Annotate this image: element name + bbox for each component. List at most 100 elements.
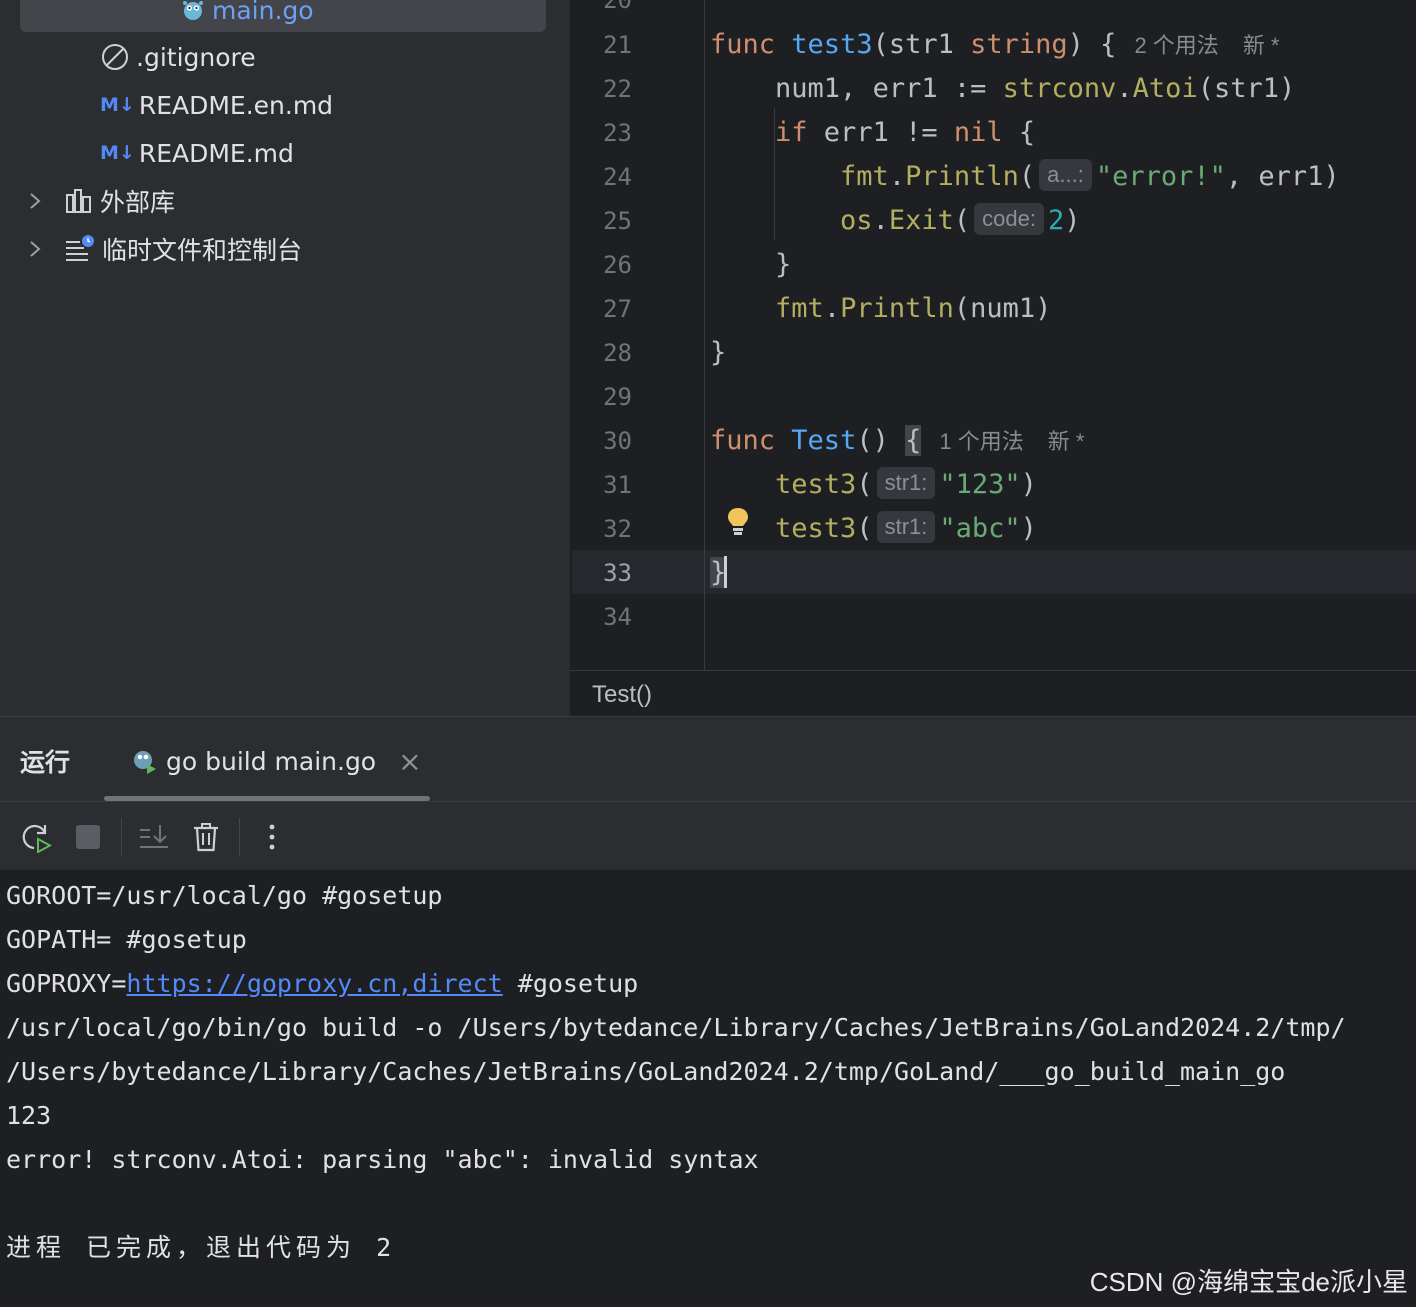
code-line-26[interactable]: } bbox=[710, 243, 791, 287]
author-hint[interactable]: 新 * bbox=[1048, 429, 1085, 454]
code-token: test3 bbox=[775, 513, 857, 544]
scroll-to-end-icon[interactable] bbox=[136, 819, 172, 855]
code-token: "123" bbox=[939, 469, 1021, 500]
code-token: (str1) bbox=[1197, 73, 1296, 104]
code-line-23[interactable]: if err1 != nil { bbox=[710, 111, 1035, 155]
console-text: #gosetup bbox=[502, 969, 639, 998]
gopher-run-icon bbox=[130, 747, 158, 775]
code-line-28[interactable]: } bbox=[710, 331, 726, 375]
code-editor[interactable]: 20 21 22 23 24 25 26 27 28 29 30 31 32 3… bbox=[570, 0, 1416, 716]
run-tab-label: go build main.go bbox=[166, 746, 377, 776]
code-token: Exit bbox=[888, 205, 954, 236]
run-toolbar bbox=[0, 802, 1416, 870]
code-line-31[interactable]: test3(str1: "123") bbox=[710, 463, 1037, 507]
run-panel-title: 运行 bbox=[20, 748, 71, 777]
run-tool-window: 运行 go build main.go × GOROOT=/usr/local/… bbox=[0, 716, 1416, 1307]
console-line: /Users/bytedance/Library/Caches/JetBrain… bbox=[6, 1057, 1286, 1086]
toolbar-separator bbox=[121, 818, 122, 856]
clear-icon[interactable] bbox=[188, 819, 224, 855]
chevron-right-icon[interactable] bbox=[26, 181, 44, 221]
code-token: ) bbox=[1020, 469, 1037, 500]
code-token: test3 bbox=[775, 469, 857, 500]
code-token: 2 bbox=[1047, 205, 1065, 236]
code-token: ( bbox=[856, 469, 873, 500]
code-token: ) { bbox=[1067, 29, 1117, 60]
line-number: 26 bbox=[603, 251, 632, 279]
rerun-icon[interactable] bbox=[18, 819, 54, 855]
code-line-30[interactable]: func Test() {1 个用法新 * bbox=[710, 419, 1084, 463]
code-token: } bbox=[710, 337, 727, 368]
code-line-33[interactable]: } bbox=[710, 551, 728, 595]
gopher-icon bbox=[180, 0, 206, 23]
line-number: 23 bbox=[603, 119, 632, 147]
code-token: , err1) bbox=[1225, 161, 1340, 192]
parameter-hint: code: bbox=[974, 202, 1044, 235]
parameter-hint: str1: bbox=[876, 510, 936, 543]
close-icon[interactable]: × bbox=[398, 745, 421, 778]
code-token: ) bbox=[1020, 513, 1037, 544]
code-token: nil bbox=[953, 117, 1003, 148]
console-line: GOROOT=/usr/local/go #gosetup bbox=[6, 881, 443, 910]
stop-icon[interactable] bbox=[70, 819, 106, 855]
library-icon bbox=[64, 187, 94, 215]
console-line: GOPROXY=https://goproxy.cn,direct #goset… bbox=[6, 962, 638, 1006]
parameter-hint: str1: bbox=[876, 466, 936, 499]
lightbulb-icon[interactable] bbox=[725, 506, 751, 542]
matched-brace: { bbox=[905, 425, 922, 456]
code-line-27[interactable]: fmt.Println(num1) bbox=[710, 287, 1051, 331]
code-token: "error!" bbox=[1095, 161, 1226, 192]
code-line-25[interactable]: os.Exit(code: 2) bbox=[710, 199, 1080, 243]
code-token: func bbox=[710, 29, 776, 60]
code-line-22[interactable]: num1, err1 := strconv.Atoi(str1) bbox=[710, 67, 1295, 111]
code-token: err1 != bbox=[807, 117, 954, 148]
line-number: 34 bbox=[603, 603, 632, 631]
usages-hint[interactable]: 2 个用法 bbox=[1134, 33, 1218, 58]
tree-item-external-libraries[interactable]: 外部库 bbox=[64, 181, 175, 221]
run-config-tab[interactable]: go build main.go × bbox=[130, 741, 422, 781]
code-token: (str1 bbox=[872, 29, 971, 60]
run-header: 运行 go build main.go × bbox=[0, 717, 1416, 802]
toolbar-separator bbox=[239, 818, 240, 856]
breadcrumb-bar: Test() bbox=[570, 670, 1416, 716]
tree-item-label: 临时文件和控制台 bbox=[102, 236, 303, 265]
code-token: } bbox=[775, 249, 792, 280]
tree-item-gitignore[interactable]: .gitignore bbox=[100, 37, 256, 77]
code-token: "abc" bbox=[939, 513, 1021, 544]
code-line-21[interactable]: func test3(str1 string) {2 个用法新 * bbox=[710, 23, 1280, 67]
code-token: fmt bbox=[775, 293, 824, 324]
tree-item-readme-en[interactable]: M↓ README.en.md bbox=[100, 85, 333, 125]
gutter-divider bbox=[704, 0, 705, 670]
line-number: 28 bbox=[603, 339, 632, 367]
line-number: 24 bbox=[603, 163, 632, 191]
code-token: test3 bbox=[791, 29, 873, 60]
scratches-icon bbox=[64, 234, 96, 264]
code-token: ( bbox=[953, 205, 971, 236]
active-tab-indicator bbox=[104, 796, 430, 801]
line-number: 33 bbox=[603, 559, 632, 587]
console-line: GOPATH= #gosetup bbox=[6, 925, 247, 954]
code-token: if bbox=[775, 117, 808, 148]
project-tree: main.go .gitignore M↓ README.en.md M↓ RE… bbox=[0, 0, 570, 716]
console-line: /usr/local/go/bin/go build -o /Users/byt… bbox=[6, 1013, 1346, 1042]
tree-item-label: 外部库 bbox=[100, 188, 176, 217]
line-number: 32 bbox=[603, 515, 632, 543]
code-token: () bbox=[856, 425, 906, 456]
code-token: strconv bbox=[1002, 73, 1117, 104]
tree-item-label: README.en.md bbox=[138, 90, 334, 120]
code-line-32[interactable]: test3(str1: "abc") bbox=[710, 507, 1037, 551]
code-line-24[interactable]: fmt.Println(a...: "error!", err1) bbox=[710, 155, 1340, 199]
usages-hint[interactable]: 1 个用法 bbox=[939, 429, 1023, 454]
tree-item-readme[interactable]: M↓ README.md bbox=[100, 133, 294, 173]
code-token: { bbox=[1002, 117, 1036, 148]
tree-item-main-go[interactable]: main.go bbox=[180, 0, 314, 30]
more-icon[interactable] bbox=[254, 819, 290, 855]
console-output[interactable]: GOROOT=/usr/local/go #gosetup GOPATH= #g… bbox=[0, 870, 1416, 1307]
author-hint[interactable]: 新 * bbox=[1243, 33, 1280, 58]
tree-item-scratches[interactable]: 临时文件和控制台 bbox=[64, 229, 302, 269]
line-number: 30 bbox=[603, 427, 632, 455]
code-token: Test bbox=[791, 425, 857, 456]
breadcrumb[interactable]: Test() bbox=[592, 671, 652, 716]
console-line: error! strconv.Atoi: parsing "abc": inva… bbox=[6, 1145, 759, 1174]
chevron-right-icon[interactable] bbox=[26, 229, 44, 269]
goproxy-link[interactable]: https://goproxy.cn,direct bbox=[126, 969, 502, 998]
